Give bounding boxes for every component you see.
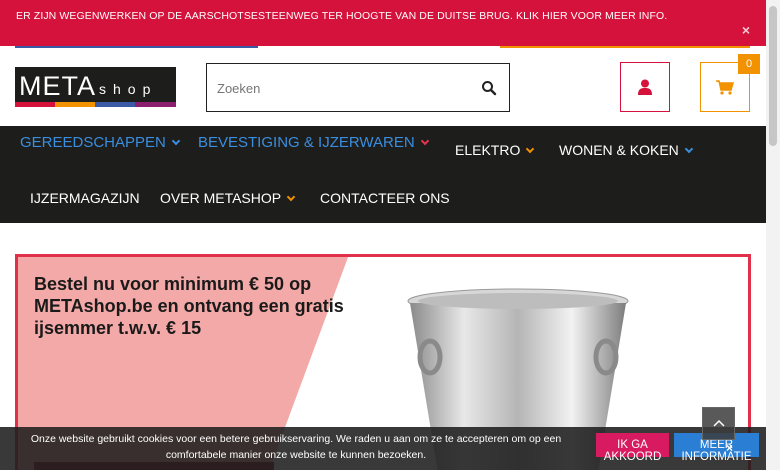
more-info-line-2: INFORMATIE [681,451,752,463]
announcement-text[interactable]: ER ZIJN WEGENWERKEN OP DE AARSCHOTSESTEE… [16,10,667,22]
header-color-strip-blue [15,46,258,48]
nav-item-label: BEVESTIGING & IJZERWAREN [198,134,415,151]
accept-cookies-button[interactable]: IK GA AKKOORD [596,433,669,463]
chevron-up-icon [713,419,725,427]
logo-stripe-purple [135,102,176,107]
accept-line-2: AKKOORD [603,451,662,463]
nav-item-wonen-koken[interactable]: WONEN & KOKEN [559,142,694,158]
chevron-down-icon [420,136,429,146]
cookie-consent-bar: Onze website gebruikt cookies voor een b… [0,427,766,470]
nav-item-contacteer-ons[interactable]: CONTACTEER ONS [320,190,450,206]
chevron-down-icon [526,144,535,154]
scrollbar-thumb[interactable] [769,6,777,146]
header-color-strip-orange [500,46,750,48]
announcement-close-icon[interactable]: × [742,22,750,38]
more-info-line-1: MEER [699,439,734,451]
logo-meta-text: META [19,71,96,101]
banner-promo-text: Bestel nu voor minimum € 50 op METAshop.… [34,274,344,338]
scroll-to-top-button[interactable] [702,407,735,440]
metashop-logo[interactable]: META shop [15,67,176,107]
logo-stripe-blue [95,102,135,107]
nav-item-elektro[interactable]: ELEKTRO [455,142,535,158]
main-navigation: GEREEDSCHAPPEN BEVESTIGING & IJZERWAREN … [0,126,766,223]
chevron-down-icon [684,144,694,154]
nav-item-bevestiging[interactable]: BEVESTIGING & IJZERWAREN [198,134,429,151]
nav-item-label: OVER METASHOP [160,190,282,206]
nav-item-label: WONEN & KOKEN [559,142,679,158]
site-header: META shop 0 [0,46,766,126]
logo-shop-text: shop [99,81,158,97]
cart-icon [716,80,734,95]
nav-item-label: ELEKTRO [455,142,521,158]
search-icon[interactable] [481,80,497,96]
logo-stripe-orange [55,102,95,107]
nav-item-gereedschappen[interactable]: GEREEDSCHAPPEN [20,134,181,151]
account-button[interactable] [620,62,670,112]
nav-item-label: IJZERMAGAZIJN [30,190,140,206]
logo-stripe-red [15,102,55,107]
scrollbar[interactable] [766,0,780,470]
cookie-text: Onze website gebruikt cookies voor een b… [30,433,562,461]
cookie-close-icon[interactable]: × [726,441,733,455]
nav-item-ijzermagazijn[interactable]: IJZERMAGAZIJN [30,190,140,206]
search-input[interactable] [217,78,467,98]
chevron-down-icon [286,192,296,202]
announcement-bar[interactable]: ER ZIJN WEGENWERKEN OP DE AARSCHOTSESTEE… [0,0,780,46]
user-icon [638,79,652,95]
search-box[interactable] [206,63,510,112]
nav-item-over-metashop[interactable]: OVER METASHOP [160,190,296,206]
nav-item-label: GEREEDSCHAPPEN [20,134,166,151]
nav-item-label: CONTACTEER ONS [320,190,450,206]
cart-count-badge: 0 [738,54,760,74]
chevron-down-icon [171,136,181,146]
accept-line-1: IK GA [617,439,648,451]
